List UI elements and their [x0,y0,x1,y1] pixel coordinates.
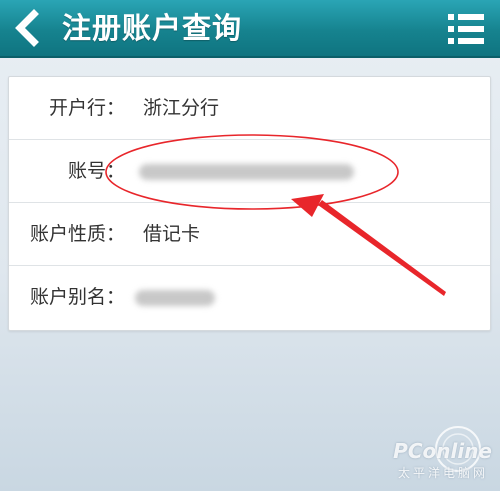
watermark-brand: PConline [393,439,492,463]
account-number-redaction [139,164,354,180]
account-info-card: 开户行： 浙江分行 账号： 账户性质： 借记卡 账户别名： [8,76,491,331]
bank-branch-value: 浙江分行 [143,97,220,119]
account-alias-redaction [135,290,215,306]
header-bar: 注册账户查询 [0,0,500,58]
row-account-number: 账号： [9,140,490,203]
row-account-type: 账户性质： 借记卡 [9,203,490,266]
page-title: 注册账户查询 [62,11,243,45]
pconline-watermark: PConline 太平洋电脑网 [374,415,492,485]
account-alias-label: 账户别名： [29,286,125,308]
back-button[interactable] [8,8,48,48]
row-account-alias: 账户别名： [9,266,490,329]
account-type-value: 借记卡 [143,223,201,245]
menu-button[interactable] [446,11,486,47]
list-menu-icon [448,14,484,44]
account-type-label: 账户性质： [29,223,125,245]
watermark-subtitle: 太平洋电脑网 [397,466,488,480]
bank-branch-label: 开户行： [48,97,125,119]
chevron-left-icon [15,9,39,47]
account-number-label: 账号： [67,160,125,182]
row-bank-branch: 开户行： 浙江分行 [9,77,490,140]
